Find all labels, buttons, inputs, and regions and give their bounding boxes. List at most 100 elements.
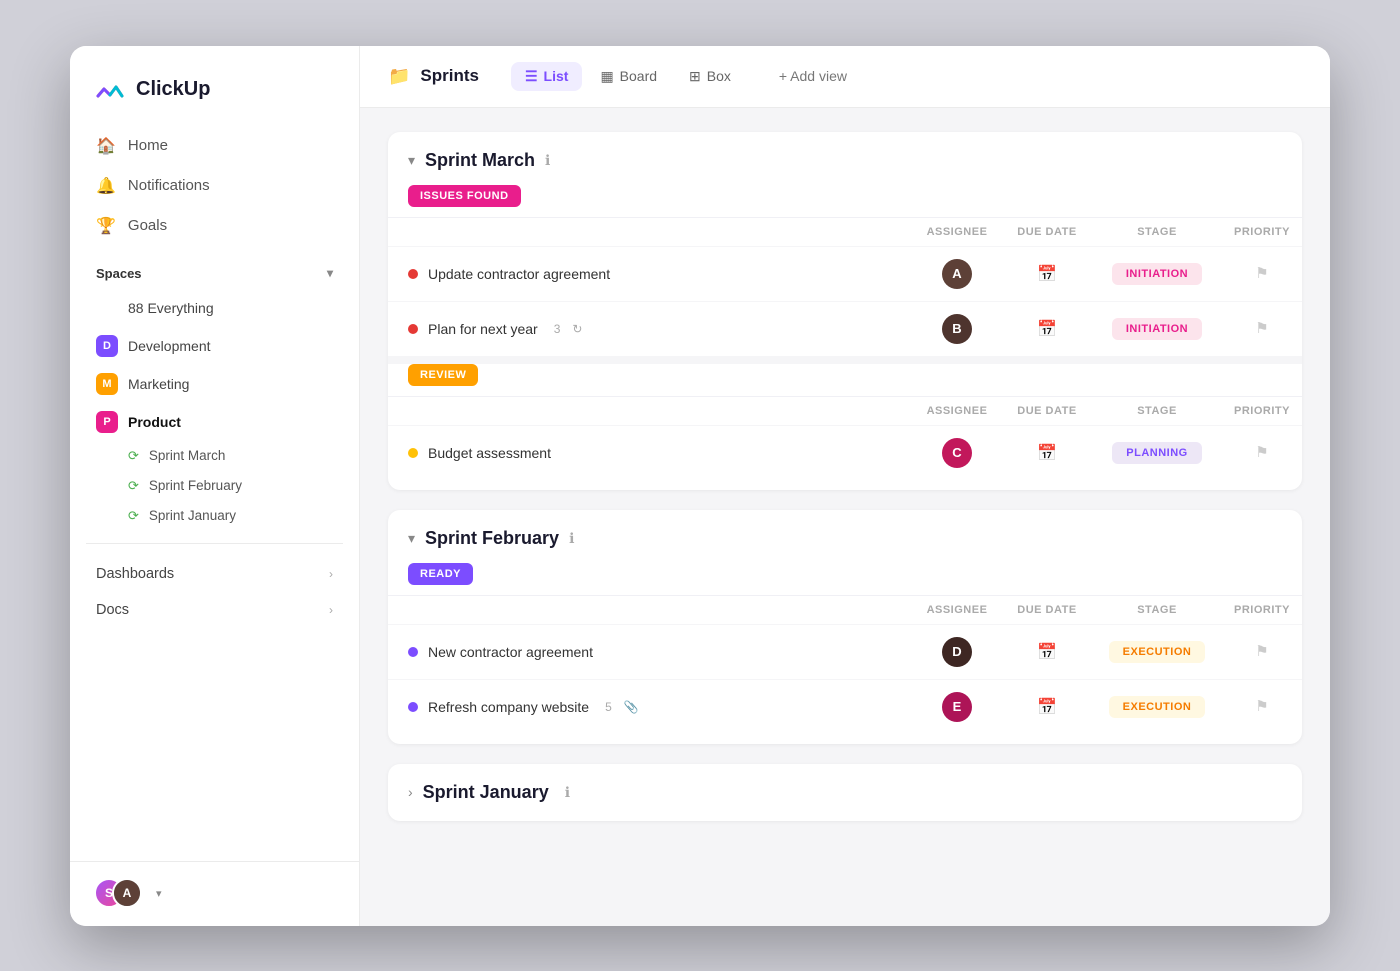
user-chevron-icon[interactable]: ▾ xyxy=(156,887,162,900)
task-name: Budget assessment xyxy=(428,445,551,461)
col-duedate-header: DUE DATE xyxy=(1002,396,1092,425)
docs-label: Docs xyxy=(96,602,129,618)
table-row[interactable]: New contractor agreement D 📅 EXECUTION xyxy=(388,624,1302,679)
sidebar-item-marketing-label: Marketing xyxy=(128,376,189,392)
col-priority-header: PRIORITY xyxy=(1222,217,1302,246)
sidebar-item-goals-label: Goals xyxy=(128,217,167,234)
sidebar-item-development[interactable]: D Development xyxy=(82,327,347,365)
sidebar-sub-sprint-february[interactable]: ⟳ Sprint February xyxy=(82,471,347,501)
bottom-spacer xyxy=(388,480,1302,490)
task-dot xyxy=(408,269,418,279)
sidebar-item-product[interactable]: P Product xyxy=(82,403,347,441)
logo-area: ClickUp xyxy=(70,46,359,126)
sidebar-item-dashboards[interactable]: Dashboards › xyxy=(70,556,359,592)
sprint-february-collapse-btn[interactable]: ▾ xyxy=(408,530,415,547)
sidebar-sub-sprint-march[interactable]: ⟳ Sprint March xyxy=(82,441,347,471)
priority-cell[interactable]: ⚑ xyxy=(1222,246,1302,301)
tab-list[interactable]: ☰ List xyxy=(511,62,582,91)
sprint-january-info-icon[interactable]: ℹ xyxy=(565,784,570,801)
table-row[interactable]: Update contractor agreement A 📅 INITIATI… xyxy=(388,246,1302,301)
bottom-spacer xyxy=(388,734,1302,744)
col-stage-header: STAGE xyxy=(1092,595,1222,624)
priority-cell[interactable]: ⚑ xyxy=(1222,624,1302,679)
sprint-march-review-table: ASSIGNEE DUE DATE STAGE PRIORITY xyxy=(388,396,1302,480)
sidebar-item-product-label: Product xyxy=(128,414,181,430)
stage-cell: EXECUTION xyxy=(1092,679,1222,734)
sidebar: ClickUp 🏠 Home 🔔 Notifications 🏆 Goals S… xyxy=(70,46,360,926)
due-date-cell[interactable]: 📅 xyxy=(1002,425,1092,480)
task-refresh-icon: ↻ xyxy=(572,322,582,336)
due-date-cell[interactable]: 📅 xyxy=(1002,246,1092,301)
page-title-area: 📁 Sprints xyxy=(388,66,479,87)
sprint-january-header: › Sprint January ℹ xyxy=(388,764,1302,821)
marketing-avatar: M xyxy=(96,373,118,395)
chevron-right-icon: › xyxy=(329,567,333,581)
assignee-cell: C xyxy=(912,425,1002,480)
sprint-march-info-icon[interactable]: ℹ xyxy=(545,152,550,169)
list-tab-icon: ☰ xyxy=(525,68,538,85)
task-dot xyxy=(408,324,418,334)
sprint-january-section: › Sprint January ℹ xyxy=(388,764,1302,821)
priority-cell[interactable]: ⚑ xyxy=(1222,679,1302,734)
user-avatars[interactable]: S A xyxy=(94,878,146,910)
board-tab-icon: ▦ xyxy=(600,68,613,85)
col-stage-header: STAGE xyxy=(1092,217,1222,246)
table-row[interactable]: Budget assessment C 📅 PLANNING xyxy=(388,425,1302,480)
avatar: C xyxy=(942,438,972,468)
content-area: ▾ Sprint March ℹ ISSUES FOUND ASSIGNEE xyxy=(360,108,1330,926)
user-avatar-2: A xyxy=(112,878,142,908)
sidebar-item-home[interactable]: 🏠 Home xyxy=(82,126,347,166)
add-view-button[interactable]: + Add view xyxy=(765,62,861,90)
sidebar-item-notifications[interactable]: 🔔 Notifications xyxy=(82,166,347,206)
priority-cell[interactable]: ⚑ xyxy=(1222,301,1302,356)
sidebar-sub-sprint-january[interactable]: ⟳ Sprint January xyxy=(82,501,347,531)
sprint-february-header: ▾ Sprint February ℹ xyxy=(388,510,1302,563)
flag-icon: ⚑ xyxy=(1255,320,1268,337)
col-stage-header: STAGE xyxy=(1092,396,1222,425)
tab-box-label: Box xyxy=(707,68,731,84)
col-priority-header: PRIORITY xyxy=(1222,595,1302,624)
sidebar-item-docs[interactable]: Docs › xyxy=(70,592,359,628)
sprint-march-icon: ⟳ xyxy=(128,448,139,464)
assignee-cell: E xyxy=(912,679,1002,734)
sidebar-sub-sprint-january-label: Sprint January xyxy=(149,508,236,523)
priority-cell[interactable]: ⚑ xyxy=(1222,425,1302,480)
sprint-january-icon: ⟳ xyxy=(128,508,139,524)
sidebar-item-notifications-label: Notifications xyxy=(128,177,210,194)
sidebar-item-goals[interactable]: 🏆 Goals xyxy=(82,206,347,246)
sprint-february-section: ▾ Sprint February ℹ READY ASSIGNEE xyxy=(388,510,1302,744)
clickup-logo-icon xyxy=(94,74,126,106)
main-content: 📁 Sprints ☰ List ▦ Board ⊞ Box + Add vie… xyxy=(360,46,1330,926)
stage-badge: INITIATION xyxy=(1112,318,1202,340)
sprint-january-title: Sprint January xyxy=(423,782,549,803)
stage-badge: PLANNING xyxy=(1112,442,1201,464)
sidebar-item-everything[interactable]: ⊞ 88 Everything xyxy=(82,289,347,327)
sidebar-item-everything-label: 88 Everything xyxy=(128,300,214,316)
sprint-march-header: ▾ Sprint March ℹ xyxy=(388,132,1302,185)
tab-box[interactable]: ⊞ Box xyxy=(675,62,745,91)
home-icon: 🏠 xyxy=(96,136,116,156)
table-row[interactable]: Plan for next year 3 ↻ B 📅 INITIATION xyxy=(388,301,1302,356)
sprint-march-title: Sprint March xyxy=(425,150,535,171)
sprint-january-expand-btn[interactable]: › xyxy=(408,784,413,800)
sprint-february-info-icon[interactable]: ℹ xyxy=(569,530,574,547)
chevron-down-icon[interactable]: ▾ xyxy=(327,266,333,280)
stage-cell: EXECUTION xyxy=(1092,624,1222,679)
sprint-february-title: Sprint February xyxy=(425,528,559,549)
due-date-cell[interactable]: 📅 xyxy=(1002,679,1092,734)
flag-icon: ⚑ xyxy=(1255,444,1268,461)
assignee-cell: D xyxy=(912,624,1002,679)
due-date-cell[interactable]: 📅 xyxy=(1002,624,1092,679)
stage-cell: INITIATION xyxy=(1092,301,1222,356)
task-name: Refresh company website xyxy=(428,699,589,715)
sprint-march-collapse-btn[interactable]: ▾ xyxy=(408,152,415,169)
bell-icon: 🔔 xyxy=(96,176,116,196)
app-name: ClickUp xyxy=(136,78,210,101)
table-row[interactable]: Refresh company website 5 📎 E 📅 EXECUTI xyxy=(388,679,1302,734)
due-date-cell[interactable]: 📅 xyxy=(1002,301,1092,356)
add-view-label: + Add view xyxy=(779,68,847,84)
tab-board[interactable]: ▦ Board xyxy=(586,62,671,91)
sidebar-item-marketing[interactable]: M Marketing xyxy=(82,365,347,403)
sprint-march-section: ▾ Sprint March ℹ ISSUES FOUND ASSIGNEE xyxy=(388,132,1302,490)
task-count-badge: 3 xyxy=(554,322,561,336)
